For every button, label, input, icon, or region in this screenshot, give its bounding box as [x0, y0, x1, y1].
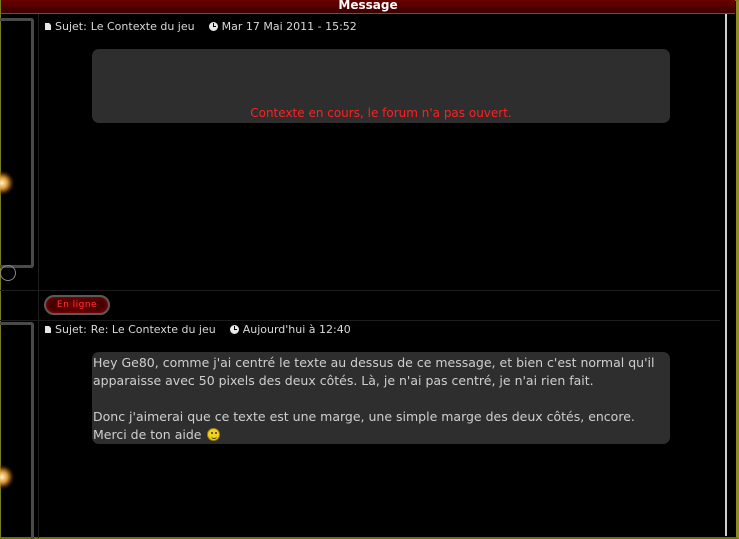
post-meta: Sujet: Le Contexte du jeu Mar 17 Mai 201… — [45, 20, 357, 33]
divider — [0, 290, 720, 291]
subject-prefix: Sujet: — [55, 20, 87, 33]
subject-prefix: Sujet: — [55, 323, 87, 336]
right-border — [725, 14, 727, 536]
post-line: apparaisse avec 50 pixels des deux côtés… — [93, 373, 594, 388]
post-line: Donc j'aimerai que ce texte est une marg… — [93, 409, 635, 424]
post-body: Contexte en cours, le forum n'a pas ouve… — [92, 49, 670, 123]
post-body: Hey Ge80, comme j'ai centré le texte au … — [92, 352, 670, 444]
column-divider — [38, 14, 39, 538]
post-line-last: Merci de ton aide — [93, 426, 669, 444]
smiley-icon — [207, 428, 221, 441]
post-text: Hey Ge80, comme j'ai centré le texte au … — [93, 354, 669, 444]
post-line: Merci de ton aide — [93, 427, 202, 442]
post-date: Mar 17 Mai 2011 - 15:52 — [221, 20, 357, 33]
post-date: Aujourd'hui à 12:40 — [242, 323, 351, 336]
online-status-button[interactable]: En ligne — [44, 295, 110, 315]
document-icon — [45, 326, 51, 333]
clock-icon — [208, 22, 218, 31]
author-avatar-panel — [0, 322, 34, 539]
light-flare-icon — [0, 171, 14, 195]
post-subject[interactable]: Re: Le Contexte du jeu — [91, 323, 216, 336]
document-icon — [45, 23, 51, 30]
post-subject[interactable]: Le Contexte du jeu — [91, 20, 195, 33]
post-meta: Sujet: Re: Le Contexte du jeu Aujourd'hu… — [45, 323, 351, 336]
post-line: Hey Ge80, comme j'ai centré le texte au … — [93, 355, 655, 370]
divider — [0, 320, 720, 321]
online-status-label: En ligne — [56, 300, 98, 310]
header-title: Message — [338, 0, 398, 12]
author-avatar-panel — [0, 18, 34, 281]
message-header: Message — [1, 0, 735, 14]
clock-icon — [229, 325, 239, 334]
light-flare-icon — [0, 465, 14, 489]
post-text: Contexte en cours, le forum n'a pas ouve… — [250, 106, 512, 120]
ring-icon — [0, 265, 16, 281]
